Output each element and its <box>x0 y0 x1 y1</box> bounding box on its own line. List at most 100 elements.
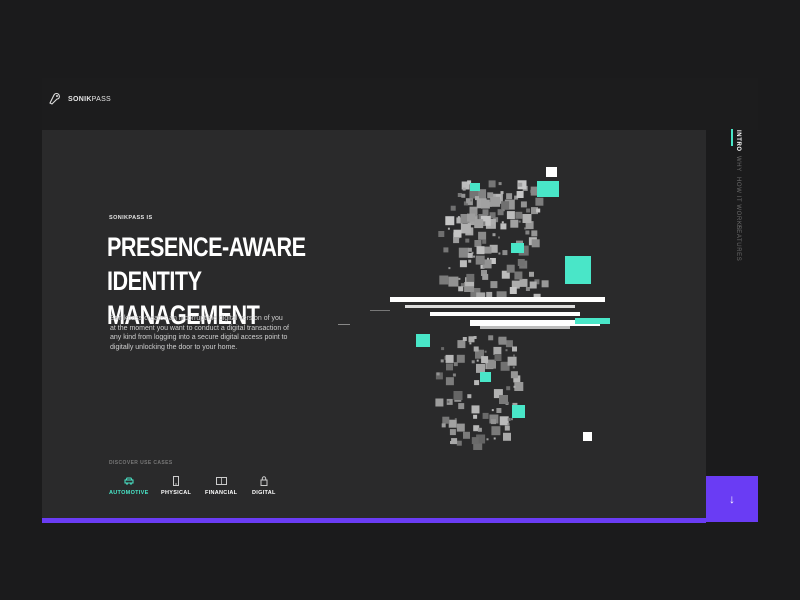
use-case-automotive[interactable]: AUTOMOTIVE <box>109 476 149 496</box>
pixel-block <box>482 239 487 244</box>
pixel-block <box>439 275 449 285</box>
use-case-label: DIGITAL <box>252 490 276 496</box>
pixel-block <box>496 408 502 413</box>
car-icon <box>123 476 135 486</box>
pixel-block <box>493 346 502 355</box>
use-case-digital[interactable]: DIGITAL <box>252 476 276 496</box>
nav-active-indicator <box>731 129 733 146</box>
pixel-block <box>443 247 449 253</box>
pixel-block <box>445 377 454 386</box>
pixel-block <box>446 363 453 371</box>
pixel-block <box>529 271 534 277</box>
pixel-block <box>457 340 466 349</box>
pixel-block <box>469 342 472 345</box>
pixel-block <box>473 414 478 419</box>
pixel-block <box>470 199 473 202</box>
pixel-block <box>442 416 450 424</box>
pixel-block <box>506 193 513 200</box>
top-bar <box>42 78 758 130</box>
pixel-block <box>498 236 500 239</box>
scroll-down-button[interactable]: ↓ <box>706 476 758 522</box>
pixel-block <box>493 437 496 440</box>
pixel-block <box>488 335 494 341</box>
pixel-block <box>506 211 515 220</box>
pixel-block <box>467 247 472 252</box>
pixel-block <box>502 250 508 256</box>
hero-eyebrow: SONIKPASS IS <box>109 215 153 221</box>
pixel-block <box>456 423 465 432</box>
pixel-block <box>467 213 475 222</box>
bottom-accent-bar <box>42 518 706 523</box>
pixel-block <box>498 336 507 345</box>
nav-item-features[interactable]: FEATURES <box>735 225 741 261</box>
pixel-block <box>526 208 531 213</box>
nav-item-how-it-works[interactable]: HOW IT WORKS <box>735 177 741 230</box>
pixel-block <box>445 354 454 363</box>
use-cases-heading: DISCOVER USE CASES <box>109 460 173 466</box>
pixel-block <box>520 201 527 208</box>
pixel-block <box>458 286 464 292</box>
use-case-financial[interactable]: FINANCIAL <box>205 476 237 496</box>
pixel-block <box>457 193 462 197</box>
pixel-block <box>517 259 525 266</box>
pixel-block <box>476 359 479 362</box>
pixel-block <box>480 199 490 209</box>
pixel-block <box>491 419 496 425</box>
pixel-block <box>474 240 482 247</box>
arrow-down-icon: ↓ <box>729 492 735 506</box>
pixel-block <box>440 359 444 363</box>
pixel-block <box>505 340 513 348</box>
pixel-block <box>490 281 498 289</box>
pixel-block <box>506 264 515 273</box>
pixel-block <box>519 278 528 287</box>
pixel-block <box>458 403 465 410</box>
pixel-block <box>473 255 475 258</box>
accent-block <box>565 256 591 284</box>
pixel-block <box>478 231 487 240</box>
pixel-block <box>476 246 485 255</box>
pixel-block <box>462 337 467 341</box>
pixel-block <box>461 193 466 198</box>
pixel-block <box>482 209 489 216</box>
lock-icon <box>258 476 270 486</box>
pixel-block <box>515 211 523 219</box>
pixel-block <box>476 363 485 373</box>
pixel-block <box>473 346 479 352</box>
pixel-block <box>487 257 489 260</box>
pixel-block <box>503 432 511 441</box>
nav-item-intro[interactable]: INTRO <box>735 130 741 152</box>
pixel-block <box>482 273 489 280</box>
pixel-block <box>481 356 489 364</box>
pixel-block <box>450 205 456 211</box>
pixel-block <box>453 237 460 244</box>
pixel-block <box>467 252 473 258</box>
pixel-block <box>501 221 504 224</box>
pixel-block <box>441 423 446 428</box>
brand-logo[interactable]: SONIKPASS <box>48 92 111 106</box>
pixel-block <box>453 391 463 400</box>
pixel-block <box>435 398 444 407</box>
pixel-block <box>484 350 487 353</box>
pixel-block <box>513 385 516 388</box>
pixel-block <box>510 219 519 228</box>
pixel-block <box>445 216 455 226</box>
glitch-bar <box>338 324 350 325</box>
pixel-block <box>511 418 513 421</box>
pixel-block <box>536 208 541 213</box>
pixel-block <box>513 354 515 357</box>
nav-item-why[interactable]: WHY <box>735 156 741 172</box>
pixel-block <box>531 230 538 237</box>
pixel-block <box>514 271 523 280</box>
pixel-block <box>471 405 480 414</box>
pixel-block <box>475 196 479 201</box>
pixel-block <box>529 281 537 289</box>
pixel-block <box>522 214 532 223</box>
glitch-bar <box>370 310 390 311</box>
use-case-physical[interactable]: PHYSICAL <box>161 476 191 496</box>
pixel-block <box>525 230 530 235</box>
pixel-block <box>491 426 501 436</box>
use-case-label: AUTOMOTIVE <box>109 490 149 496</box>
hero-description: Sonikpass creates an incorruptible digit… <box>110 315 289 351</box>
accent-block <box>480 372 491 382</box>
pixel-block <box>458 277 461 280</box>
